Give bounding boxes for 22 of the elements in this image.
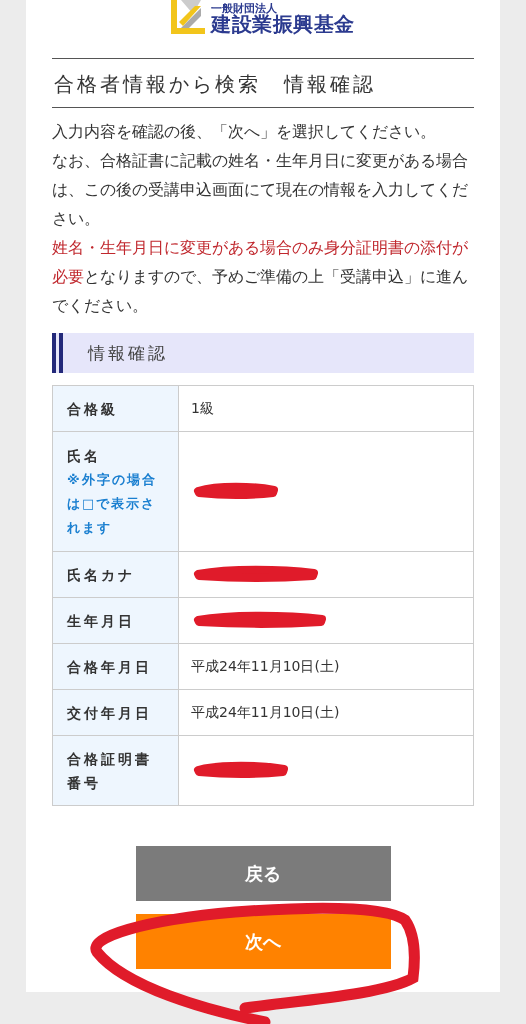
instruction-text: 入力内容を確認の後、「次へ」を選択してください。 — [52, 122, 437, 143]
value-cell: 1級 — [178, 385, 474, 432]
organization-subtitle: 一般財団法人 — [211, 3, 278, 14]
row-label: 氏名カナ — [52, 551, 179, 598]
notice-text: 姓名・生年月日に変更がある場合のみ身分証明書の添付が必要となりますので、予めご準備の上「受講申込」に進んでください。 — [52, 238, 469, 317]
row-label: 合格証明書番号 — [52, 735, 179, 806]
row-label: 合格級 — [52, 385, 179, 432]
back-button[interactable]: 戻る — [135, 846, 391, 901]
row-label: 生年月日 — [52, 597, 179, 644]
organization-name: 建設業振興基金 — [211, 14, 355, 34]
row-label: 合格年月日 — [52, 643, 179, 690]
heading-bar-icon — [52, 333, 64, 373]
label-text: 氏名 — [67, 446, 102, 466]
value-cell: 平成24年11月10日(土) — [178, 689, 474, 736]
row-label: 交付年月日 — [52, 689, 179, 736]
note-text: ※外字の場合は□で表示されます — [67, 470, 158, 537]
next-button[interactable]: 次へ — [135, 914, 391, 969]
logo-icon — [171, 0, 208, 34]
section-title: 情報確認 — [88, 341, 168, 365]
page-title: 合格者情報から検索 情報確認 — [52, 58, 474, 108]
instruction-text: なお、合格証書に記載の姓名・生年月日に変更がある場合は、この後の受講申込画面にて現在の情報を入力してください。 — [52, 151, 469, 230]
value-cell: 平成24年11月10日(土) — [178, 643, 474, 690]
